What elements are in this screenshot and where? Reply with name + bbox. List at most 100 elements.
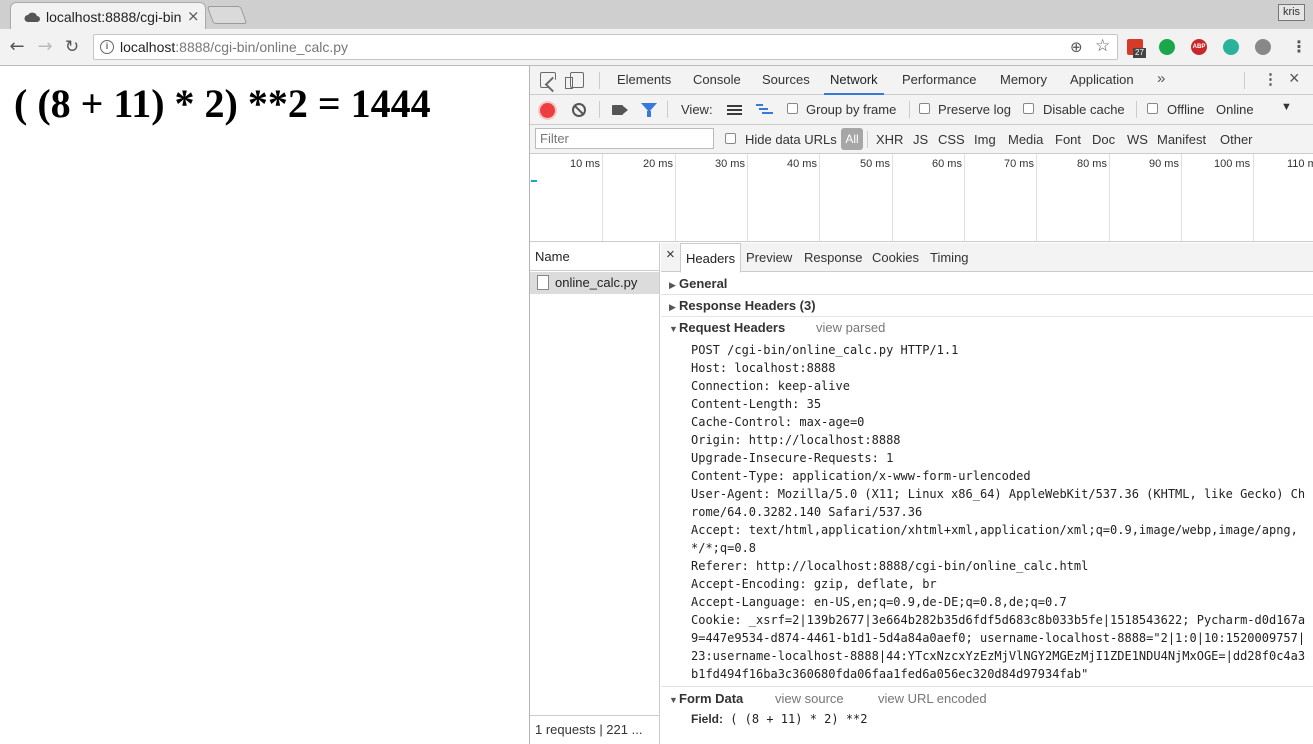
dropdown-arrow-icon[interactable]: ▼ [1281,101,1292,113]
bookmark-star-icon[interactable]: ☆ [1095,36,1110,56]
teal-extension-icon[interactable] [1223,39,1239,55]
browser-tab[interactable]: localhost:8888/cgi-bin/online_calc.py × [10,2,206,30]
timeline-tick: 80 ms [1077,158,1107,170]
device-toolbar-icon[interactable] [565,72,584,89]
filter-type-js[interactable]: JS [913,132,928,147]
grey-extension-icon[interactable] [1255,39,1271,55]
divider [909,101,910,118]
request-name: online_calc.py [555,275,638,290]
zoom-icon[interactable]: ⊕ [1070,38,1083,56]
divider [661,294,1313,295]
filter-type-img[interactable]: Img [974,132,996,147]
request-summary: 1 requests | 221 ... [530,715,659,744]
filter-type-other[interactable]: Other [1220,132,1253,147]
calc-result: ( (8 + 11) * 2) **2 = 1444 [14,81,431,126]
filter-bar: Hide data URLs All XHR JS CSS Img Media … [530,125,1313,154]
form-field-value: ( (8 + 11) * 2) **2 [723,712,868,726]
disable-cache-label: Disable cache [1043,102,1125,117]
timeline-tick: 40 ms [787,158,817,170]
filter-type-css[interactable]: CSS [938,132,965,147]
filter-type-ws[interactable]: WS [1127,132,1148,147]
filter-input[interactable] [535,128,714,149]
timeline-tick: 70 ms [1004,158,1034,170]
tab-application[interactable]: Application [1070,66,1134,95]
filter-type-font[interactable]: Font [1055,132,1081,147]
view-parsed-link[interactable]: view parsed [816,320,885,335]
inspect-element-icon[interactable] [540,72,556,88]
large-rows-icon[interactable] [727,105,742,115]
tab-network[interactable]: Network [824,66,884,95]
reload-icon[interactable]: ↻ [62,37,82,57]
expand-triangle-icon: ▶ [669,302,676,312]
filter-type-all[interactable]: All [841,128,863,150]
filter-type-media[interactable]: Media [1008,132,1043,147]
tab-elements[interactable]: Elements [617,66,671,95]
tab-sources[interactable]: Sources [762,66,810,95]
network-overview-timeline[interactable]: 10 ms 20 ms 30 ms 40 ms 50 ms 60 ms 70 m… [530,154,1313,242]
disable-cache-checkbox[interactable] [1023,103,1034,114]
timeline-tick: 90 ms [1149,158,1179,170]
more-tabs-icon[interactable]: » [1157,70,1165,87]
network-toolbar: View: Group by frame Preserve log Disabl… [530,95,1313,125]
clear-icon[interactable] [572,103,586,117]
tab-response[interactable]: Response [804,243,863,272]
new-tab-button[interactable] [206,6,248,24]
document-icon [537,275,549,290]
offline-checkbox[interactable] [1147,103,1158,114]
preserve-log-checkbox[interactable] [919,103,930,114]
hide-data-urls-checkbox[interactable] [725,133,736,144]
form-data-section-header[interactable]: ▼Form Data [669,691,743,706]
divider [661,686,1313,687]
filter-type-manifest[interactable]: Manifest [1157,132,1206,147]
info-icon[interactable]: i [100,40,114,54]
timeline-tick: 30 ms [715,158,745,170]
view-url-encoded-link[interactable]: view URL encoded [878,691,987,706]
tab-cookies[interactable]: Cookies [872,243,919,272]
back-arrow-icon[interactable]: ← [7,37,27,57]
record-icon[interactable] [540,103,555,118]
devtools-menu-icon[interactable]: ⋮ [1263,70,1278,88]
details-close-icon[interactable]: × [666,246,675,263]
address-host: localhost [120,39,176,55]
response-headers-section-header[interactable]: ▶ Response Headers (3) [669,298,816,313]
tab-close-icon[interactable]: × [187,7,200,25]
filter-funnel-icon[interactable] [641,103,657,117]
tab-preview[interactable]: Preview [746,243,792,272]
timeline-tick: 10 ms [570,158,600,170]
section-title: Response Headers (3) [679,298,816,313]
expand-triangle-icon: ▶ [669,280,676,290]
tab-performance[interactable]: Performance [902,66,976,95]
request-headers-section-header[interactable]: ▼Request Headers [669,320,785,335]
divider [661,316,1313,317]
green-extension-icon[interactable] [1159,39,1175,55]
tab-console[interactable]: Console [693,66,741,95]
tab-timing[interactable]: Timing [930,243,969,272]
address-url[interactable]: localhost:8888/cgi-bin/online_calc.py [120,39,348,55]
group-by-frame-checkbox[interactable] [787,103,798,114]
address-bar[interactable]: i localhost:8888/cgi-bin/online_calc.py … [93,34,1118,60]
browser-tabstrip: localhost:8888/cgi-bin/online_calc.py × … [0,0,1313,30]
screenshot-camera-icon[interactable] [612,105,623,115]
profile-button[interactable]: kris [1278,4,1305,21]
browser-tab-title: localhost:8888/cgi-bin/online_calc.py [46,9,181,25]
form-field-row: Field: ( (8 + 11) * 2) **2 [691,712,868,726]
adblock-extension-icon[interactable]: ABP [1191,39,1207,55]
view-source-link[interactable]: view source [775,691,844,706]
calendar-extension-icon[interactable]: 27 [1127,39,1146,58]
devtools-close-icon[interactable]: × [1289,68,1300,89]
tab-memory[interactable]: Memory [1000,66,1047,95]
tab-headers[interactable]: Headers [680,243,742,273]
name-column-header[interactable]: Name [530,243,659,271]
request-row[interactable]: online_calc.py [530,272,659,294]
browser-menu-icon[interactable]: ⋮ [1291,37,1307,56]
general-section-header[interactable]: ▶ General [669,276,727,291]
throttling-select[interactable]: Online [1216,102,1254,117]
browser-toolbar: ← → ↻ i localhost:8888/cgi-bin/online_ca… [0,29,1313,66]
overview-waterfall-icon[interactable] [756,104,773,116]
preserve-log-label: Preserve log [938,102,1011,117]
divider [667,101,668,118]
filter-type-doc[interactable]: Doc [1092,132,1115,147]
section-title: Form Data [679,691,744,706]
forward-arrow-icon[interactable]: → [35,37,55,57]
filter-type-xhr[interactable]: XHR [876,132,903,147]
